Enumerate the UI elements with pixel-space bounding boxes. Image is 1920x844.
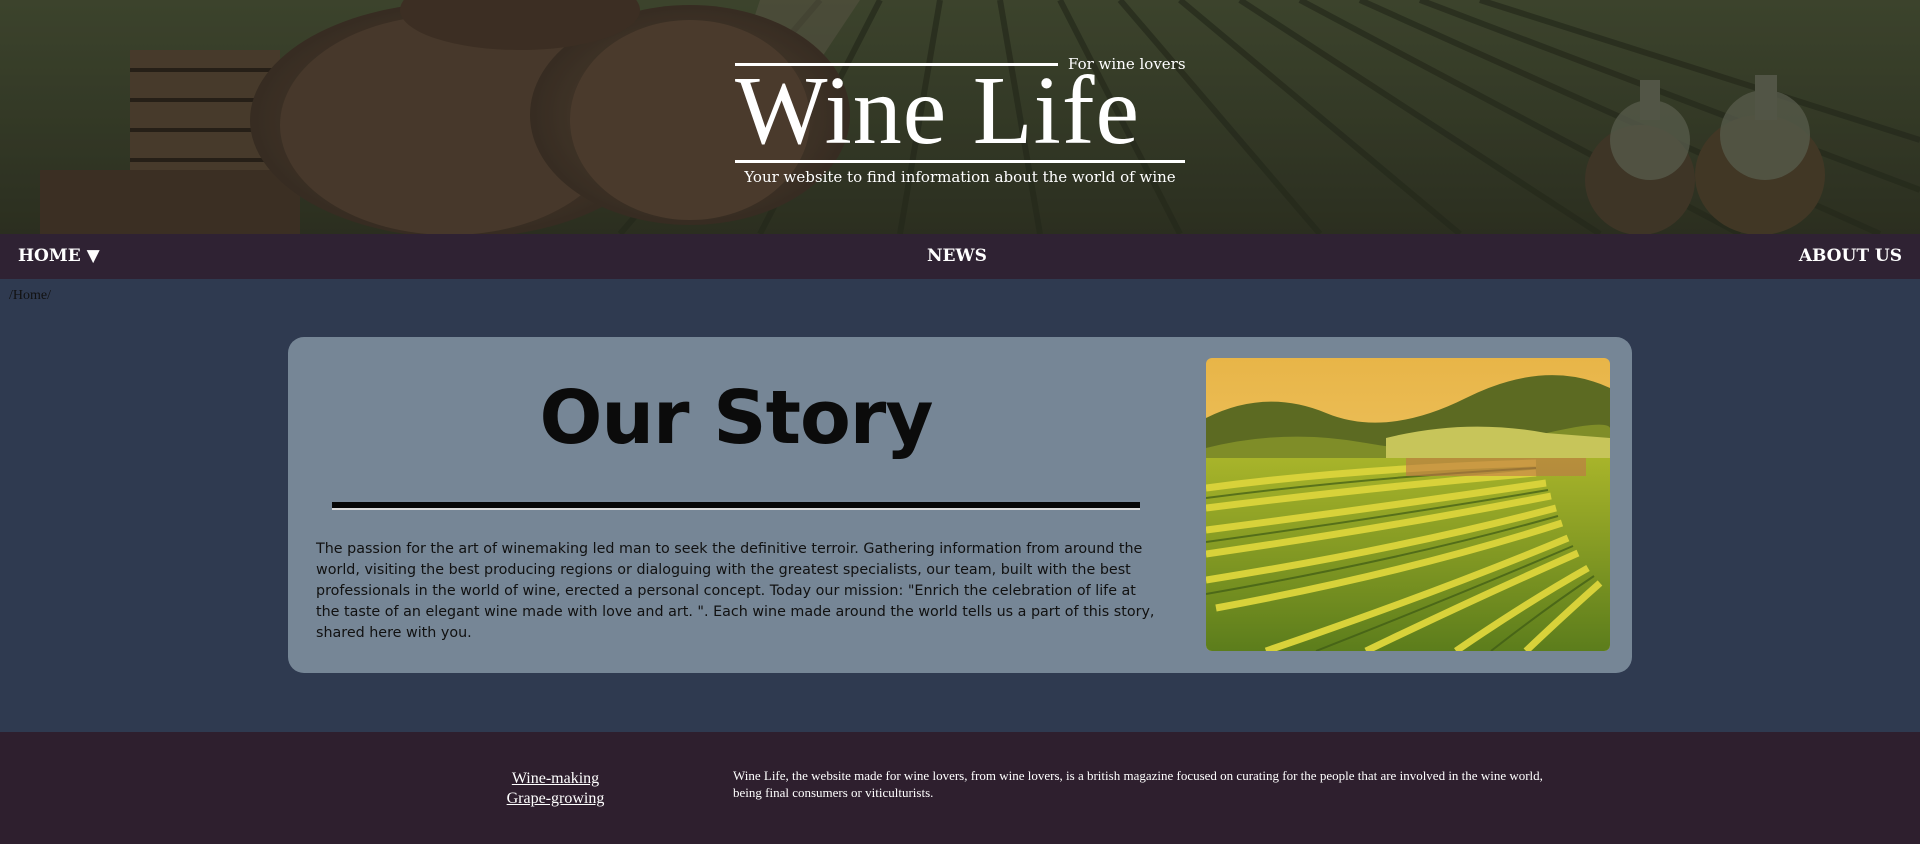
footer-link-grape-growing[interactable]: Grape-growing — [478, 789, 633, 809]
vineyard-image — [1206, 358, 1610, 651]
story-card: Our Story The passion for the art of win… — [288, 337, 1632, 673]
story-text: The passion for the art of winemaking le… — [316, 541, 1155, 641]
breadcrumb[interactable]: /Home/ — [9, 288, 51, 304]
header-banner: For wine lovers Wine Life Your website t… — [0, 0, 1920, 234]
story-divider — [332, 502, 1140, 510]
logo-bottom-rule — [735, 160, 1185, 163]
main-nav: HOME ▼ NEWS ABOUT US — [0, 234, 1920, 279]
nav-home-label: HOME — [18, 246, 81, 266]
footer-links: Wine-making Grape-growing — [478, 769, 633, 809]
site-title: Wine Life — [735, 57, 1141, 165]
site-subtitle: Your website to find information about t… — [744, 168, 1176, 186]
story-title: Our Story — [539, 375, 933, 461]
site-logo[interactable]: For wine lovers Wine Life Your website t… — [735, 55, 1186, 195]
caret-down-icon[interactable]: ▼ — [87, 246, 100, 266]
footer-link-wine-making[interactable]: Wine-making — [478, 769, 633, 789]
nav-item-home[interactable]: HOME ▼ — [18, 246, 100, 266]
nav-item-about-us[interactable]: ABOUT US — [1799, 246, 1902, 266]
footer: Wine-making Grape-growing Wine Life, the… — [0, 732, 1920, 844]
footer-about-text: Wine Life, the website made for wine lov… — [733, 768, 1543, 800]
nav-item-news[interactable]: NEWS — [927, 246, 987, 266]
